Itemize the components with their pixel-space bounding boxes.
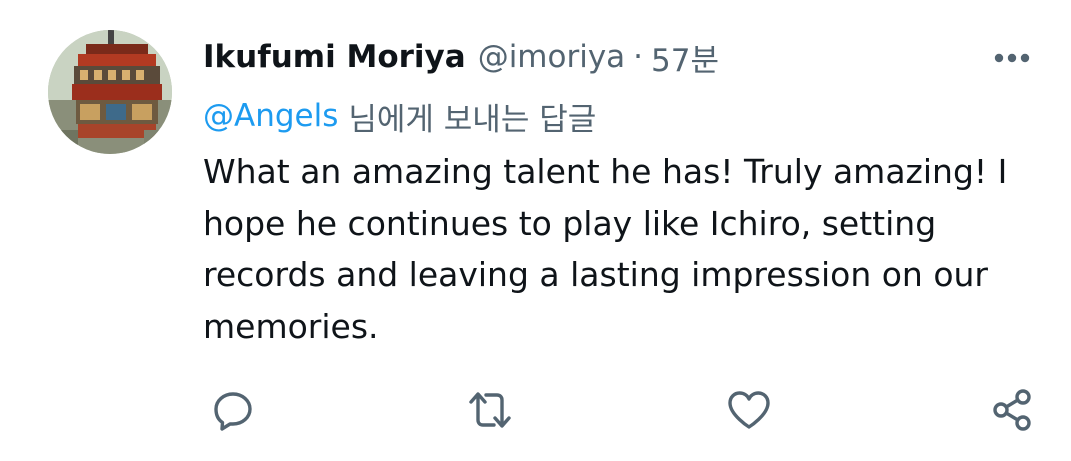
author-name[interactable]: Ikufumi Moriya (203, 39, 466, 75)
reply-mention-link[interactable]: @Angels (203, 98, 338, 134)
more-horizontal-icon (994, 53, 1030, 63)
tweet-text: What an amazing talent he has! Truly ama… (203, 152, 1008, 346)
reply-icon (214, 392, 252, 431)
retweet-icon (469, 392, 511, 428)
separator-dot: · (633, 39, 644, 75)
retweet-button[interactable] (462, 382, 518, 438)
tweet-actions (0, 382, 1071, 442)
avatar[interactable] (48, 30, 172, 154)
share-button[interactable] (984, 382, 1040, 438)
reply-label: 님에게 보내는 답글 (348, 101, 597, 138)
reply-context: @Angels 님에게 보내는 답글 (203, 92, 596, 140)
heart-icon (728, 391, 770, 429)
reply-button[interactable] (205, 382, 261, 438)
avatar-image (48, 30, 172, 154)
tweet-header: Ikufumi Moriya @imoriya · 57분 (203, 34, 719, 80)
author-handle[interactable]: @imoriya (478, 39, 625, 75)
tweet-time[interactable]: 57분 (651, 35, 719, 80)
tweet[interactable]: Ikufumi Moriya @imoriya · 57분 @Angels 님에… (0, 0, 1071, 461)
share-icon (993, 389, 1031, 431)
like-button[interactable] (721, 382, 777, 438)
more-options-button[interactable] (988, 40, 1036, 76)
